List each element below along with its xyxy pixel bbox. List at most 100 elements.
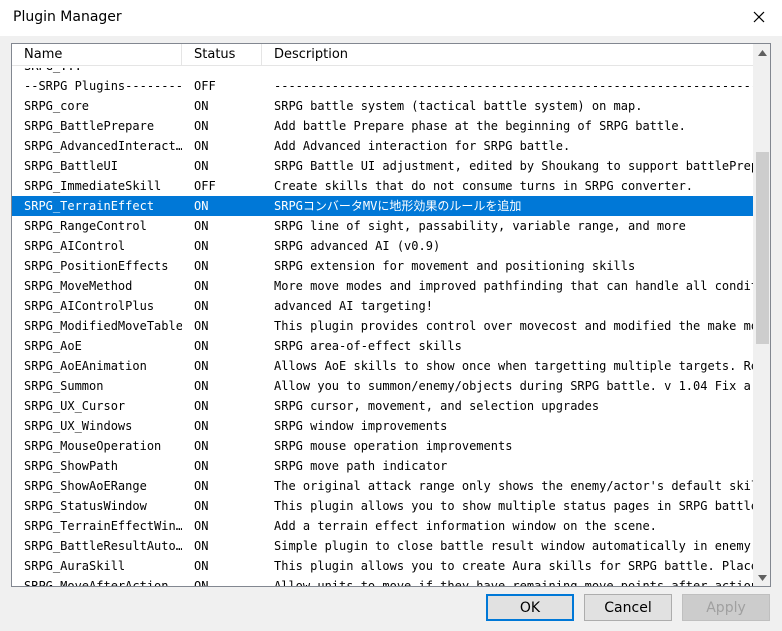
plugin-status-cell: ON — [194, 419, 209, 433]
plugin-status-cell: ON — [194, 279, 209, 293]
plugin-status-cell: ON — [194, 359, 209, 373]
plugin-description-cell: This plugin allows you to show multiple … — [274, 499, 754, 513]
plugin-name-cell: SRPG_RangeControl — [24, 219, 147, 233]
plugin-row[interactable]: SRPG_BattleResultAuto… ON Simple plugin to… — [12, 536, 754, 556]
plugin-status-cell: ON — [194, 539, 209, 553]
plugin-name-cell: SRPG_BattlePrepare — [24, 119, 155, 133]
plugin-description-cell: SRPG battle system (tactical battle syst… — [274, 99, 643, 113]
plugin-description-cell: SRPG extension for movement and position… — [274, 259, 636, 273]
plugin-name-cell: SRPG_TerrainEffectWin… — [24, 519, 182, 533]
plugin-status-cell: ON — [194, 579, 209, 586]
plugin-row[interactable]: SRPG_AIControlPlus ON advanced AI targetin… — [12, 296, 754, 316]
vertical-scrollbar[interactable] — [753, 44, 770, 586]
plugin-name-cell: SRPG_MoveAfterAction — [24, 579, 169, 586]
plugin-row[interactable]: SRPG_AoEAnimation ON Allows AoE skills to … — [12, 356, 754, 376]
plugin-description-cell: SRPG advanced AI (v0.9) — [274, 239, 441, 253]
scrollbar-thumb[interactable] — [756, 152, 769, 344]
plugin-row[interactable]: --SRPG Plugins-------- OFF ---------------… — [12, 76, 754, 96]
column-header-status[interactable]: Status — [182, 44, 262, 66]
plugin-status-cell: ON — [194, 199, 209, 213]
plugin-status-cell — [182, 68, 262, 76]
plugin-description-cell: This plugin allows you to create Aura sk… — [274, 559, 754, 573]
plugin-name-cell: SRPG_StatusWindow — [24, 499, 147, 513]
plugin-row[interactable]: SRPG_AoE ON SRPG area-of-effect skills — [12, 336, 754, 356]
plugin-description-cell: SRPG move path indicator — [274, 459, 448, 473]
plugin-description-cell: More move modes and improved pathfinding… — [274, 279, 754, 293]
plugin-row[interactable]: SRPG_AIControl ON SRPG advanced AI (v0.9) — [12, 236, 754, 256]
plugin-row[interactable]: SRPG_... — [12, 68, 754, 76]
close-button[interactable] — [736, 0, 782, 34]
plugin-status-cell: ON — [194, 239, 209, 253]
plugin-row[interactable]: SRPG_AuraSkill ON This plugin allows you t… — [12, 556, 754, 576]
scroll-down-button[interactable] — [754, 569, 770, 586]
ok-button[interactable]: OK — [486, 594, 574, 621]
plugin-status-cell: ON — [194, 119, 209, 133]
plugin-description-cell: Add Advanced interaction for SRPG battle… — [274, 139, 571, 153]
plugin-row[interactable]: SRPG_ShowPath ON SRPG move path indicator — [12, 456, 754, 476]
plugin-row[interactable]: SRPG_core ON SRPG battle system (tactical … — [12, 96, 754, 116]
plugin-name-cell: SRPG_UX_Windows — [24, 419, 133, 433]
plugin-row[interactable]: SRPG_MoveAfterAction ON Allow units to mov… — [12, 576, 754, 586]
plugin-row[interactable]: SRPG_TerrainEffect ON SRPGコンバータMVに地形効果のルール… — [12, 196, 754, 216]
plugin-description-cell: SRPG area-of-effect skills — [274, 339, 462, 353]
plugin-name-cell: SRPG_BattleResultAuto… — [24, 539, 182, 553]
list-header: Name Status Description — [12, 44, 754, 66]
plugin-description-cell: Allow you to summon/enemy/objects during… — [274, 379, 754, 393]
plugin-description-cell: Create skills that do not consume turns … — [274, 179, 694, 193]
plugin-status-cell: ON — [194, 319, 209, 333]
plugin-description-cell — [262, 68, 754, 76]
plugin-row[interactable]: SRPG_ImmediateSkill OFF Create skills that… — [12, 176, 754, 196]
plugin-row[interactable]: SRPG_MouseOperation ON SRPG mouse operatio… — [12, 436, 754, 456]
plugin-name-cell: SRPG_AIControlPlus — [24, 299, 155, 313]
plugin-status-cell: ON — [194, 559, 209, 573]
plugin-status-cell: ON — [194, 299, 209, 313]
plugin-row[interactable]: SRPG_ShowAoERange ON The original attack r… — [12, 476, 754, 496]
plugin-row[interactable]: SRPG_TerrainEffectWin… ON Add a terrain ef… — [12, 516, 754, 536]
plugin-name-cell: SRPG_ShowAoERange — [24, 479, 147, 493]
plugin-row[interactable]: SRPG_AdvancedInteract… ON Add Advanced int… — [12, 136, 754, 156]
plugin-name-cell: SRPG_MouseOperation — [24, 439, 162, 453]
column-header-description[interactable]: Description — [262, 44, 754, 66]
plugin-row[interactable]: SRPG_StatusWindow ON This plugin allows yo… — [12, 496, 754, 516]
plugin-description-cell: Add a terrain effect information window … — [274, 519, 657, 533]
apply-button[interactable]: Apply — [682, 594, 770, 621]
plugin-row[interactable]: SRPG_BattlePrepare ON Add battle Prepare p… — [12, 116, 754, 136]
plugin-list[interactable]: Name Status Description SRPG_...--SRPG P… — [11, 43, 771, 587]
plugin-name-cell: SRPG_MoveMethod — [24, 279, 133, 293]
plugin-name-cell: SRPG_UX_Cursor — [24, 399, 126, 413]
plugin-row[interactable]: SRPG_RangeControl ON SRPG line of sight, p… — [12, 216, 754, 236]
close-icon — [753, 11, 765, 23]
plugin-status-cell: ON — [194, 219, 209, 233]
plugin-description-cell: SRPG cursor, movement, and selection upg… — [274, 399, 600, 413]
plugin-status-cell: ON — [194, 499, 209, 513]
column-header-name[interactable]: Name — [12, 44, 182, 66]
plugin-status-cell: ON — [194, 99, 209, 113]
plugin-status-cell: ON — [194, 139, 209, 153]
plugin-description-cell: Allows AoE skills to show once when targ… — [274, 359, 754, 373]
plugin-description-cell: SRPGコンバータMVに地形効果のルールを追加 — [274, 199, 522, 213]
plugin-status-cell: ON — [194, 439, 209, 453]
plugin-name-cell: SRPG_ShowPath — [24, 459, 118, 473]
plugin-description-cell: SRPG window improvements — [274, 419, 448, 433]
scroll-up-button[interactable] — [754, 44, 770, 61]
plugin-description-cell: SRPG Battle UI adjustment, edited by Sho… — [274, 159, 754, 173]
arrow-up-icon — [758, 49, 767, 56]
plugin-row[interactable]: SRPG_Summon ON Allow you to summon/enemy/o… — [12, 376, 754, 396]
plugin-description-cell: This plugin provides control over moveco… — [274, 319, 754, 333]
plugin-row[interactable]: SRPG_UX_Cursor ON SRPG cursor, movement, a… — [12, 396, 754, 416]
plugin-row[interactable]: SRPG_MoveMethod ON More move modes and imp… — [12, 276, 754, 296]
plugin-name-cell: SRPG_TerrainEffect — [24, 199, 155, 213]
plugin-name-cell: --SRPG Plugins-------- — [24, 79, 182, 93]
plugin-row[interactable]: SRPG_BattleUI ON SRPG Battle UI adjustment… — [12, 156, 754, 176]
plugin-row[interactable]: SRPG_ModifiedMoveTable ON This plugin prov… — [12, 316, 754, 336]
plugin-status-cell: ON — [194, 399, 209, 413]
plugin-name-cell: SRPG_AuraSkill — [24, 559, 126, 573]
plugin-status-cell: ON — [194, 379, 209, 393]
plugin-name-cell: SRPG_Summon — [24, 379, 104, 393]
plugin-status-cell: ON — [194, 259, 209, 273]
plugin-row[interactable]: SRPG_UX_Windows ON SRPG window improvement… — [12, 416, 754, 436]
plugin-row[interactable]: SRPG_PositionEffects ON SRPG extension for… — [12, 256, 754, 276]
plugin-status-cell: ON — [194, 339, 209, 353]
cancel-button[interactable]: Cancel — [584, 594, 672, 621]
plugin-name-cell: SRPG_AoE — [24, 339, 82, 353]
